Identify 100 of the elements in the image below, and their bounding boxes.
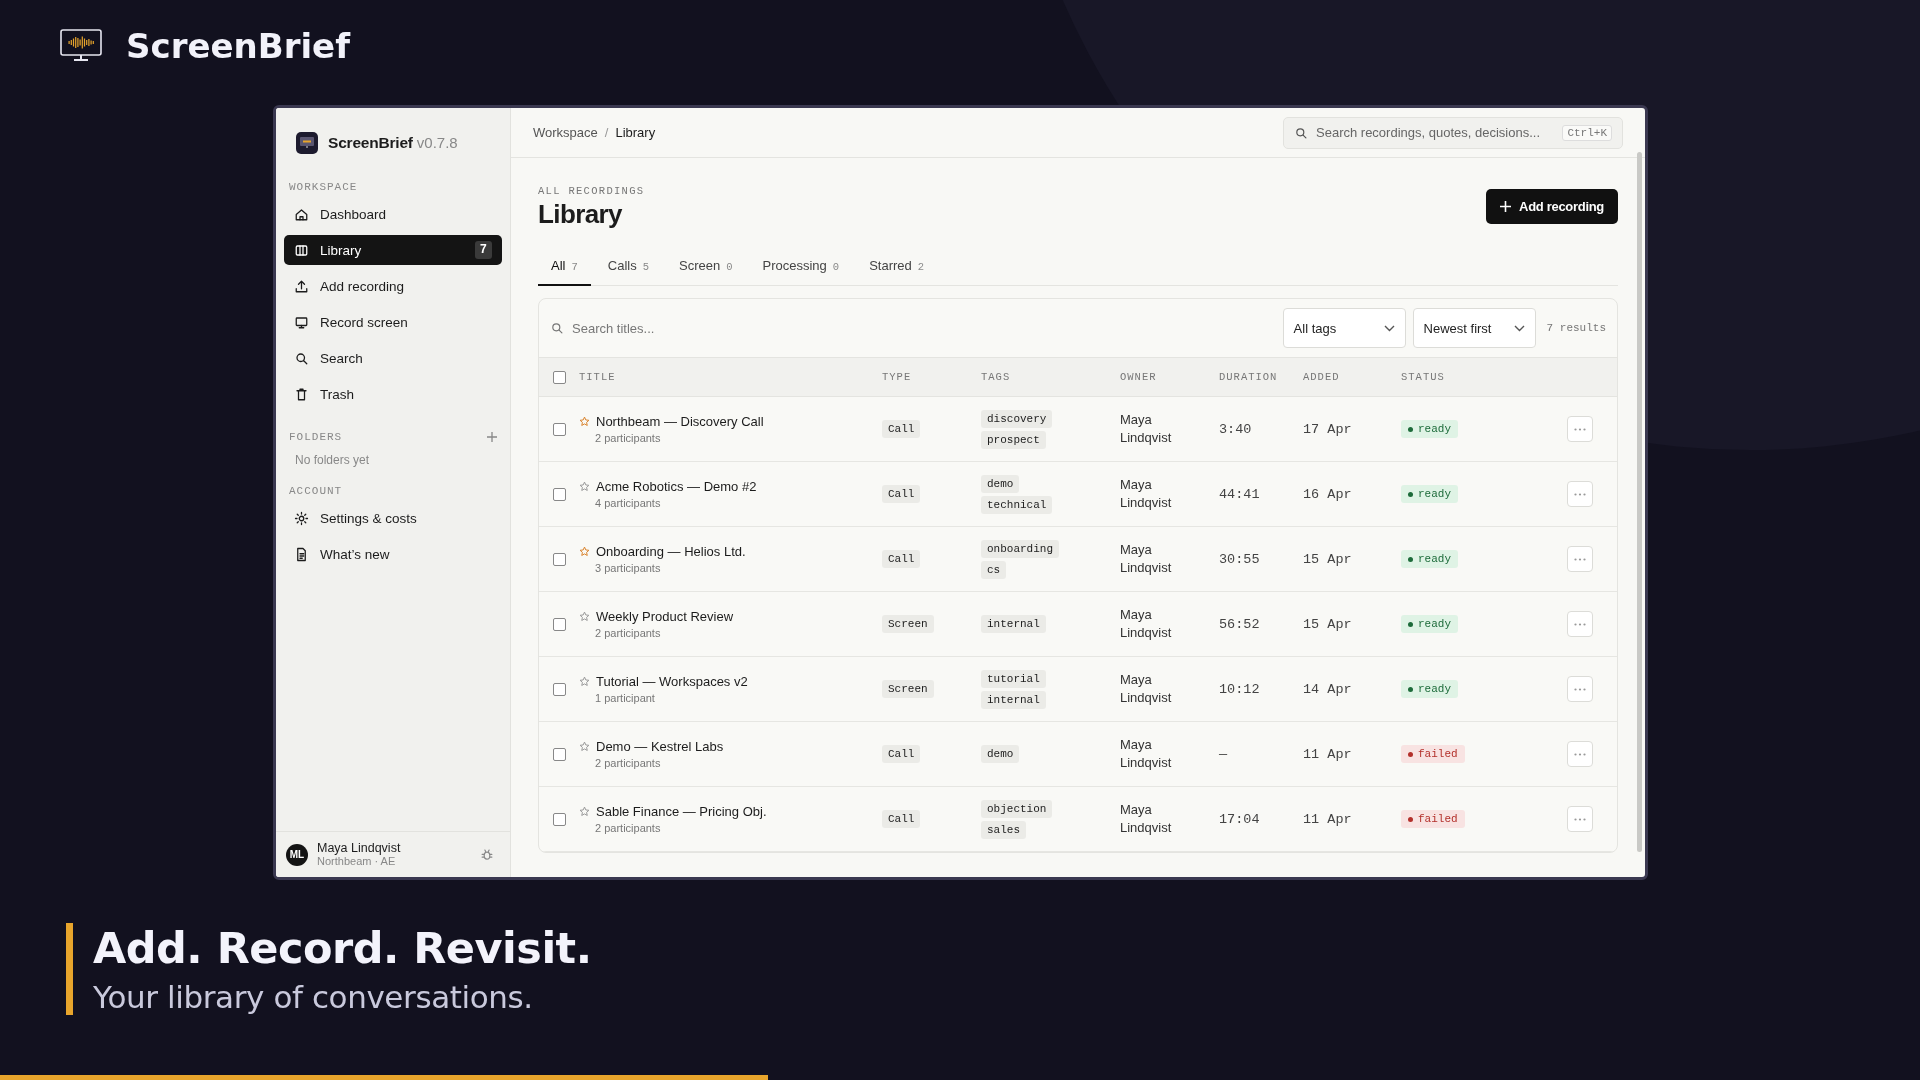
search-icon [294,350,309,366]
owner-cell-text: Maya Lindqvist [1120,541,1173,577]
status-badge: failed [1401,745,1465,763]
empty-text: No folders yet [294,452,371,467]
filter-tab[interactable]: Screen 0 [666,258,746,286]
recording-title[interactable]: Weekly Product Review [596,609,734,624]
owner-cell-text: Maya Lindqvist [1120,411,1173,447]
tag-chip: cs [981,560,1007,579]
column-header: TAGS [981,371,1012,383]
columns-icon [294,242,309,258]
results-count: 7 results [1546,322,1606,334]
sidebar-item[interactable]: Search [284,343,502,373]
owner-cell-text: Maya Lindqvist [1120,801,1173,837]
duration-cell-text: 10:12 [1219,681,1261,697]
chevron-down-icon [1383,324,1395,332]
scrollbar[interactable] [1637,152,1642,852]
sidebar-item[interactable]: Library 7 [284,235,502,265]
recording-title[interactable]: Demo — Kestrel Labs [596,739,724,754]
breadcrumb-link[interactable]: Library [615,125,656,140]
sidebar-item[interactable]: Add recording [284,271,502,301]
more-icon [1574,557,1586,561]
more-button[interactable] [1567,806,1593,832]
tag-chip: tutorial [981,669,1046,688]
user-name: Maya Lindqvist [317,841,401,855]
more-button[interactable] [1567,416,1593,442]
added-date-cell-text: 11 Apr [1303,746,1353,762]
sidebar-item[interactable]: Trash [284,379,502,409]
gear-icon [294,510,309,526]
column-header: TITLE [579,371,617,383]
checkbox[interactable] [553,422,566,436]
checkbox[interactable] [553,747,566,761]
more-button[interactable] [1567,546,1593,572]
sidebar-item[interactable]: What’s new [284,539,502,569]
shortcut-hint: Ctrl+K [1562,124,1612,141]
plus-icon [1500,201,1512,212]
checkbox[interactable] [553,552,566,566]
sidebar-item[interactable]: Settings & costs [284,503,502,533]
more-button[interactable] [1567,611,1593,637]
owner-cell-text: Maya Lindqvist [1120,476,1173,512]
duration-cell-text: — [1219,746,1229,762]
sidebar-item[interactable]: Dashboard [284,199,502,229]
monitor-icon [294,314,309,330]
tags-dropdown[interactable]: All tags [1282,308,1406,348]
bug-icon[interactable] [480,847,494,862]
status-badge: ready [1401,680,1458,698]
star-icon[interactable] [579,416,590,427]
upload-icon [294,278,309,294]
checkbox[interactable] [553,812,566,826]
participants-count: 2 participants [595,627,662,639]
more-button[interactable] [1567,676,1593,702]
recording-title[interactable]: Northbeam — Discovery Call [596,414,764,429]
tag-chip: objection [981,799,1053,818]
column-header: STATUS [1401,371,1446,383]
filter-tab[interactable]: All 7 [538,258,591,286]
search-field[interactable]: Search recordings, quotes, decisions... Ctrl+K [1283,116,1623,149]
checkbox[interactable] [553,370,566,384]
eyebrow-label: ALL RECORDINGS [538,185,645,197]
star-icon[interactable] [579,611,590,622]
added-date-cell-text: 17 Apr [1303,421,1353,437]
star-icon[interactable] [579,481,590,492]
column-header: OWNER [1120,371,1158,383]
status-badge: failed [1401,810,1465,828]
filter-tab[interactable]: Calls 5 [594,258,662,286]
filter-tab[interactable]: Processing 0 [749,258,853,286]
status-badge: ready [1401,615,1458,633]
participants-count: 2 participants [595,757,662,769]
recording-title[interactable]: Onboarding — Helios Ltd. [596,544,746,559]
duration-cell-text: 17:04 [1219,811,1261,827]
tag-chip: demo [981,745,1020,763]
document-icon [294,546,309,562]
add-recording-button[interactable]: Add recording [1486,189,1618,224]
tag-chip: technical [981,495,1053,514]
app-name: ScreenBrief [328,133,413,152]
checkbox[interactable] [553,682,566,696]
star-icon[interactable] [579,676,590,687]
filter-tab[interactable]: Starred 2 [856,258,938,286]
app-logo-icon [296,131,318,154]
sidebar-item[interactable]: Record screen [284,307,502,337]
column-header: DURATION [1219,371,1279,383]
checkbox[interactable] [553,617,566,631]
star-icon[interactable] [579,546,590,557]
star-icon[interactable] [579,806,590,817]
add-folder-button[interactable] [487,429,497,445]
checkbox[interactable] [553,487,566,501]
more-icon [1574,492,1586,496]
star-icon[interactable] [579,741,590,752]
breadcrumb-link[interactable]: Workspace [533,125,598,140]
more-button[interactable] [1567,481,1593,507]
trash-icon [294,386,309,402]
recording-title[interactable]: Sable Finance — Pricing Obj. [596,804,767,819]
recording-title[interactable]: Tutorial — Workspaces v2 [596,674,748,689]
recording-title[interactable]: Acme Robotics — Demo #2 [596,479,757,494]
duration-cell-text: 56:52 [1219,616,1261,632]
title-search-field[interactable]: Search titles... [550,320,1276,336]
more-button[interactable] [1567,741,1593,767]
logo-icon [60,28,102,63]
sort-dropdown[interactable]: Newest first [1412,308,1536,348]
section-heading: WORKSPACE [289,181,358,193]
owner-cell-text: Maya Lindqvist [1120,671,1173,707]
added-date-cell-text: 16 Apr [1303,486,1353,502]
